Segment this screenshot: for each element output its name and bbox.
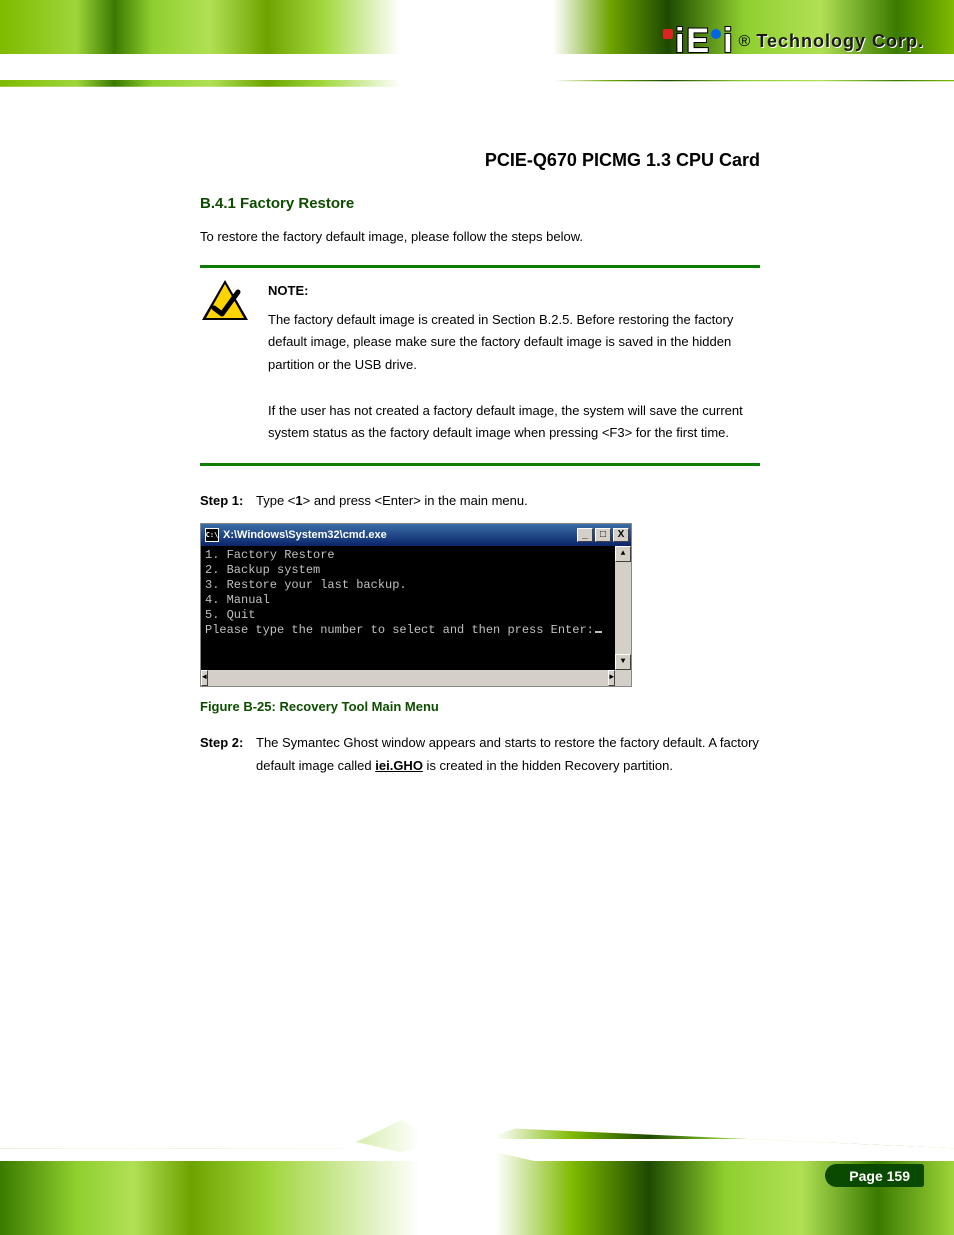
note-bottom-rule — [200, 463, 760, 466]
maximize-button[interactable]: □ — [595, 528, 611, 542]
step-1-text: Type <1> and press <Enter> in the main m… — [256, 490, 760, 513]
note-body: NOTE: The factory default image is creat… — [200, 268, 760, 463]
note-line-2: If the user has not created a factory de… — [268, 403, 743, 441]
registered-mark: ® — [739, 33, 751, 51]
logo-dot-blue — [711, 29, 721, 39]
scroll-corner — [615, 670, 631, 686]
step-2: Step 2: The Symantec Ghost window appear… — [200, 732, 760, 778]
h-scroll-track[interactable] — [208, 670, 608, 686]
note-title: NOTE: — [268, 280, 760, 303]
section-heading: B.4.1 Factory Restore — [200, 195, 760, 212]
logo-letter-i: i — [675, 22, 684, 61]
cmd-title: X:\Windows\System32\cmd.exe — [223, 529, 387, 541]
step-2-text: The Symantec Ghost window appears and st… — [256, 732, 760, 778]
scroll-left-button[interactable]: ◄ — [201, 670, 208, 686]
logo-dot-red — [663, 29, 673, 39]
brand-text: Technology Corp. — [756, 31, 924, 52]
logo-letter-i2: i — [723, 22, 732, 61]
step-1: Step 1: Type <1> and press <Enter> in th… — [200, 490, 760, 513]
scroll-right-button[interactable]: ► — [608, 670, 615, 686]
cmd-body: 1. Factory Restore 2. Backup system 3. R… — [201, 546, 615, 670]
note-icon — [200, 278, 250, 322]
page-content: PCIE-Q670 PICMG 1.3 CPU Card B.4.1 Facto… — [200, 150, 760, 783]
cmd-titlebar: C:\ X:\Windows\System32\cmd.exe _ □ X — [201, 524, 631, 546]
page-number: Page 159 — [825, 1164, 924, 1187]
scroll-down-button[interactable]: ▼ — [615, 654, 631, 670]
cmd-window: C:\ X:\Windows\System32\cmd.exe _ □ X 1.… — [200, 523, 632, 687]
note-text: NOTE: The factory default image is creat… — [268, 278, 760, 445]
brand-logo: i E i ® Technology Corp. — [663, 22, 924, 61]
scroll-up-button[interactable]: ▲ — [615, 546, 631, 562]
figure-caption: Figure B-25: Recovery Tool Main Menu — [200, 699, 760, 714]
minimize-button[interactable]: _ — [577, 528, 593, 542]
cmd-icon: C:\ — [205, 528, 219, 542]
footer-banner: Page 159 — [0, 1095, 954, 1235]
close-button[interactable]: X — [613, 528, 629, 542]
note-block: NOTE: The factory default image is creat… — [200, 265, 760, 466]
header-banner: i E i ® Technology Corp. — [0, 0, 954, 140]
cursor-icon — [595, 631, 602, 633]
logo-letters: i E i — [663, 22, 733, 61]
vertical-scrollbar[interactable]: ▲ ▼ — [615, 546, 631, 670]
intro-paragraph: To restore the factory default image, pl… — [200, 226, 760, 249]
step-1-marker: Step 1: — [200, 490, 246, 513]
step-2-marker: Step 2: — [200, 732, 246, 778]
product-title: PCIE-Q670 PICMG 1.3 CPU Card — [200, 150, 760, 171]
logo-letter-E: E — [686, 22, 709, 61]
horizontal-scrollbar[interactable]: ◄ ► — [201, 670, 631, 686]
note-line-1: The factory default image is created in … — [268, 312, 733, 373]
